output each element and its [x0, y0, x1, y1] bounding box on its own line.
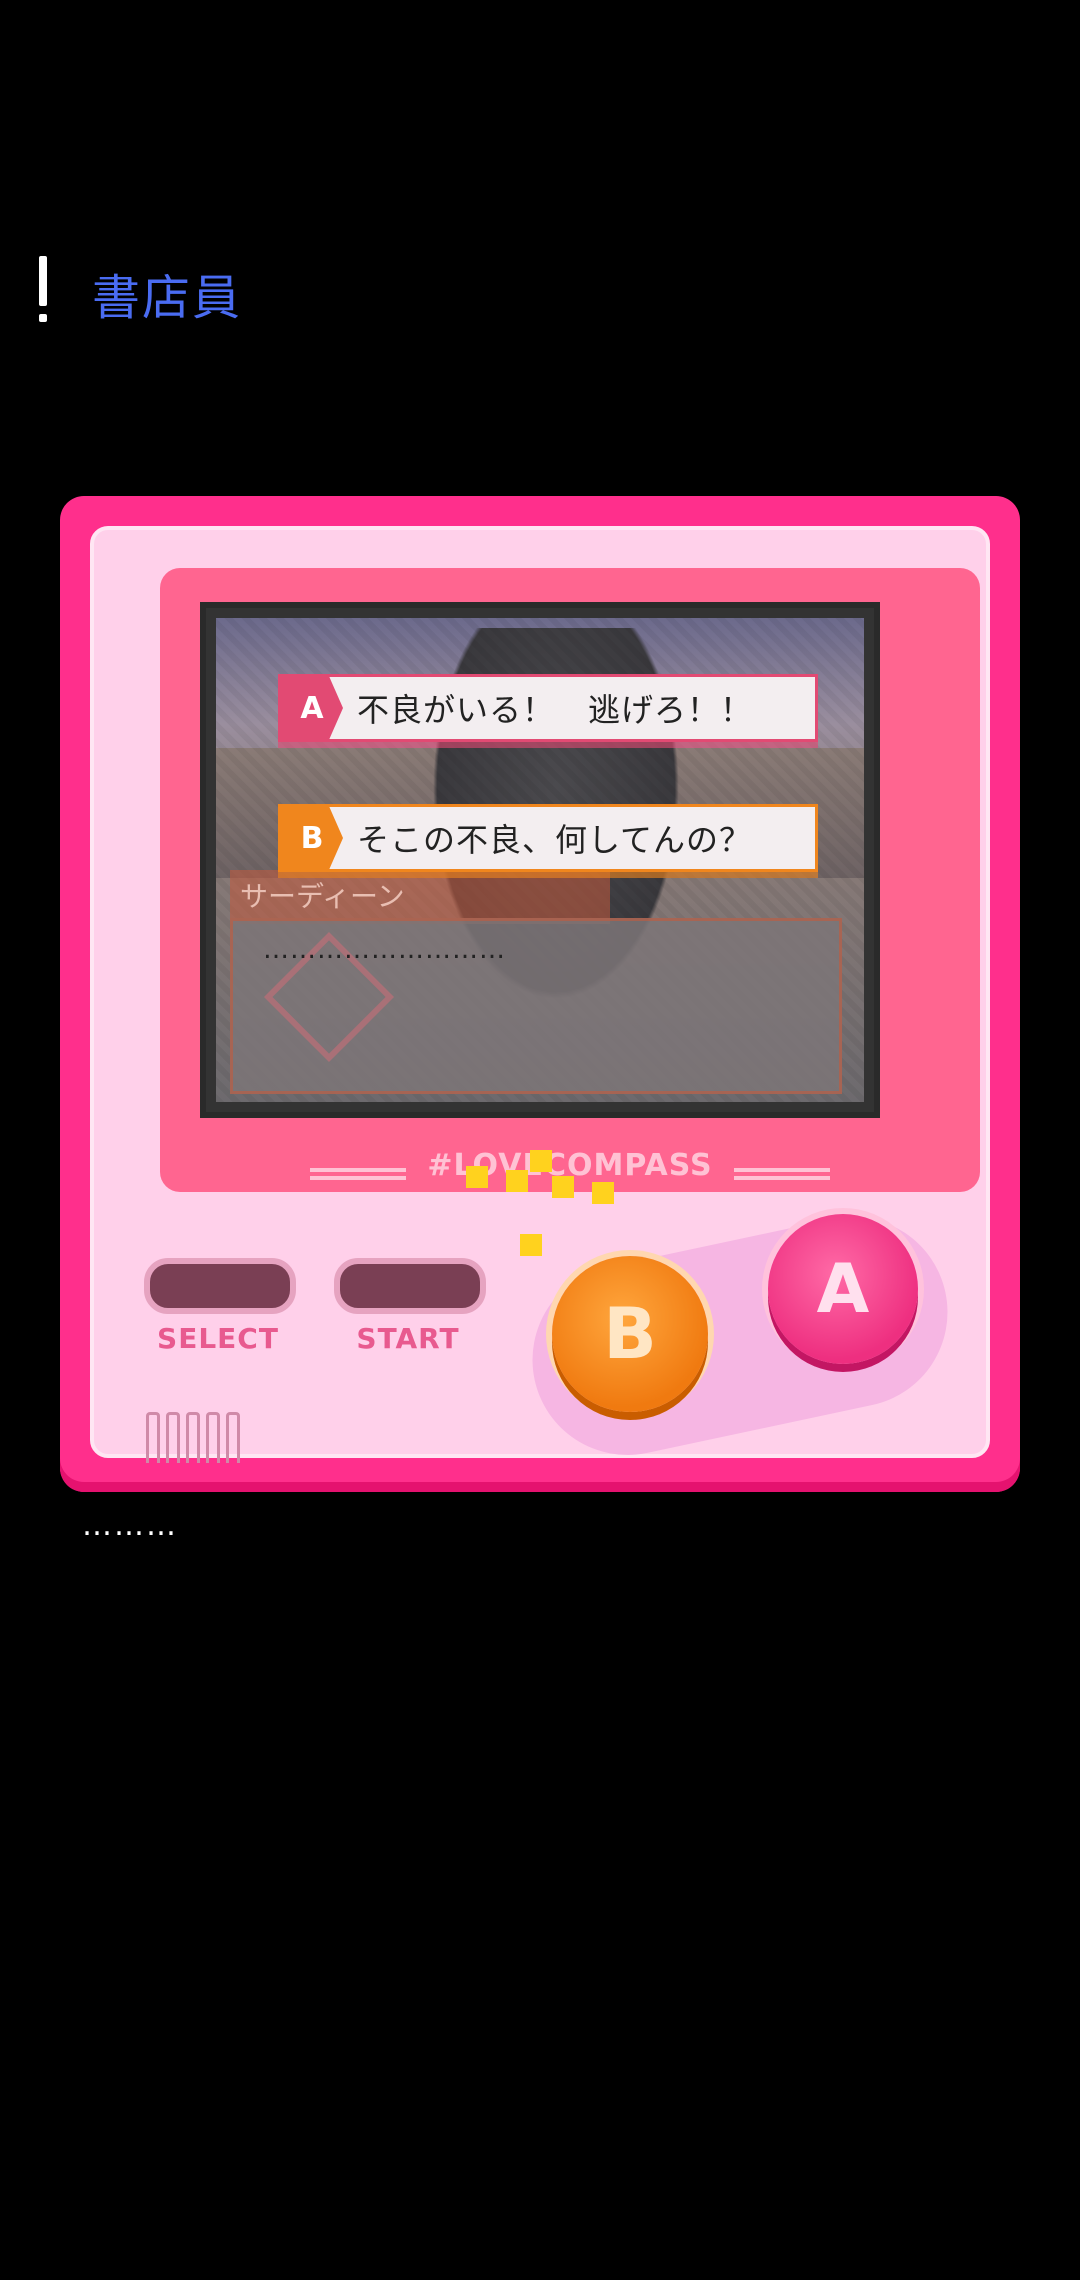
- sparkle-icon: [592, 1182, 614, 1204]
- speaker-grille: [146, 1412, 160, 1463]
- select-button[interactable]: [144, 1258, 296, 1314]
- select-label: SELECT: [157, 1322, 279, 1355]
- choice-a-tag: A: [281, 677, 343, 739]
- speaker-grille: [226, 1412, 240, 1463]
- a-button[interactable]: A: [768, 1214, 918, 1364]
- speaker-grille: [206, 1412, 220, 1463]
- loading-dots: ………: [82, 1508, 178, 1543]
- scene-background: サーディーン ……………………… A 不良がいる！ 逃げろ！！ B そこの不良、…: [216, 618, 864, 1102]
- game-screen[interactable]: サーディーン ……………………… A 不良がいる！ 逃げろ！！ B そこの不良、…: [200, 602, 880, 1118]
- speaker-grille: [186, 1412, 200, 1463]
- start-button[interactable]: [334, 1258, 486, 1314]
- sparkle-icon: [520, 1234, 542, 1256]
- choice-b-text: そこの不良、何してんの？: [357, 821, 753, 859]
- page-title: 書店員: [92, 270, 243, 326]
- sparkle-icon: [530, 1150, 552, 1172]
- start-label: START: [356, 1322, 460, 1355]
- dialog-box: ………………………: [230, 918, 842, 1094]
- sparkle-icon: [466, 1166, 488, 1188]
- b-button[interactable]: B: [552, 1256, 708, 1412]
- speaker-name: サーディーン: [230, 870, 610, 924]
- sparkle-icon: [552, 1176, 574, 1198]
- sparkle-icon: [506, 1170, 528, 1192]
- alert-icon: [36, 256, 50, 326]
- choice-a-button[interactable]: A 不良がいる！ 逃げろ！！: [278, 674, 818, 742]
- speaker-grille: [166, 1412, 180, 1463]
- choice-b-tag: B: [281, 807, 343, 869]
- brand-decoration-right: [734, 1168, 830, 1180]
- choice-b-button[interactable]: B そこの不良、何してんの？: [278, 804, 818, 872]
- choice-a-text: 不良がいる！ 逃げろ！！: [357, 691, 754, 729]
- dialog-text: ………………………: [263, 935, 506, 965]
- handheld-console: #LOVECOMPASS サーディーン ……………………… A 不良がいる！ 逃…: [60, 496, 1020, 1492]
